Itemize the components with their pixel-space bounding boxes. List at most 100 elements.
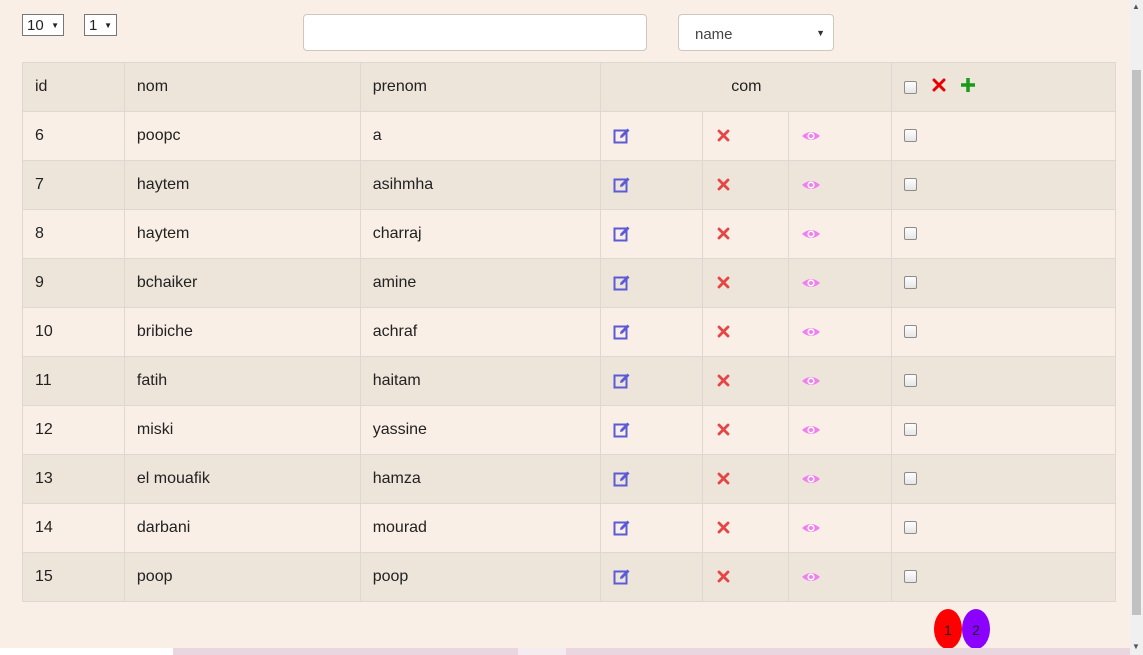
edit-icon[interactable] bbox=[613, 176, 631, 194]
row-checkbox[interactable] bbox=[904, 325, 918, 339]
select-all-checkbox[interactable] bbox=[904, 80, 918, 94]
delete-cell bbox=[702, 552, 790, 602]
edit-icon[interactable] bbox=[613, 470, 631, 488]
page-button-1[interactable]: 1 bbox=[934, 609, 962, 649]
row-checkbox[interactable] bbox=[904, 129, 918, 143]
cell-id: 15 bbox=[22, 552, 125, 602]
select-cell bbox=[891, 307, 1116, 357]
cell-id: 12 bbox=[22, 405, 125, 455]
table-row: 9 bchaiker amine bbox=[22, 258, 1116, 308]
row-checkbox[interactable] bbox=[904, 178, 918, 192]
row-checkbox[interactable] bbox=[904, 423, 918, 437]
select-cell bbox=[891, 160, 1116, 210]
edit-icon[interactable] bbox=[613, 225, 631, 243]
select-cell bbox=[891, 552, 1116, 602]
edit-cell bbox=[600, 160, 704, 210]
edit-icon[interactable] bbox=[613, 519, 631, 537]
row-checkbox[interactable] bbox=[904, 276, 918, 290]
edit-cell bbox=[600, 258, 704, 308]
cell-id: 6 bbox=[22, 111, 125, 161]
cell-prenom: hamza bbox=[359, 454, 602, 504]
cell-nom: haytem bbox=[123, 209, 361, 259]
delete-cell bbox=[702, 405, 790, 455]
edit-icon[interactable] bbox=[613, 323, 631, 341]
table-row: 8 haytem charraj bbox=[22, 209, 1116, 259]
eye-icon[interactable] bbox=[801, 274, 821, 292]
delete-icon[interactable] bbox=[715, 421, 733, 439]
delete-cell bbox=[702, 356, 790, 406]
table-row: 12 miski yassine bbox=[22, 405, 1116, 455]
add-icon[interactable] bbox=[960, 77, 976, 98]
delete-icon[interactable] bbox=[715, 225, 733, 243]
scrollbar-thumb[interactable] bbox=[1132, 70, 1141, 615]
cell-nom: fatih bbox=[123, 356, 361, 406]
delete-icon[interactable] bbox=[715, 519, 733, 537]
data-table: id nom prenom com 6 poopc a 7 haytem asihmha 8… bbox=[22, 62, 1116, 602]
cell-nom: el mouafik bbox=[123, 454, 361, 504]
row-checkbox[interactable] bbox=[904, 227, 918, 241]
eye-icon[interactable] bbox=[801, 176, 821, 194]
delete-icon[interactable] bbox=[715, 274, 733, 292]
select-cell bbox=[891, 258, 1116, 308]
page-button-2[interactable]: 2 bbox=[962, 609, 990, 649]
column-header-prenom: prenom bbox=[359, 62, 602, 112]
edit-icon[interactable] bbox=[613, 568, 631, 586]
table-row: 13 el mouafik hamza bbox=[22, 454, 1116, 504]
edit-icon[interactable] bbox=[613, 127, 631, 145]
column-header-nom: nom bbox=[123, 62, 361, 112]
eye-icon[interactable] bbox=[801, 127, 821, 145]
delete-cell bbox=[702, 160, 790, 210]
view-cell bbox=[788, 209, 893, 259]
scroll-down-icon[interactable]: ▼ bbox=[1132, 642, 1140, 651]
row-checkbox[interactable] bbox=[904, 570, 918, 584]
taskbar-strip bbox=[0, 648, 1130, 655]
search-input[interactable] bbox=[303, 14, 647, 51]
table-row: 14 darbani mourad bbox=[22, 503, 1116, 553]
delete-icon[interactable] bbox=[715, 323, 733, 341]
eye-icon[interactable] bbox=[801, 421, 821, 439]
table-row: 6 poopc a bbox=[22, 111, 1116, 161]
row-checkbox[interactable] bbox=[904, 472, 918, 486]
eye-icon[interactable] bbox=[801, 519, 821, 537]
eye-icon[interactable] bbox=[801, 372, 821, 390]
cell-nom: bchaiker bbox=[123, 258, 361, 308]
delete-icon[interactable] bbox=[715, 372, 733, 390]
sort-select[interactable]: name ▼ bbox=[678, 14, 834, 51]
eye-icon[interactable] bbox=[801, 568, 821, 586]
table-row: 10 bribiche achraf bbox=[22, 307, 1116, 357]
table-row: 11 fatih haitam bbox=[22, 356, 1116, 406]
page-size-select[interactable]: 10 ▼ bbox=[22, 14, 64, 36]
page-select[interactable]: 1 ▼ bbox=[84, 14, 117, 36]
eye-icon[interactable] bbox=[801, 225, 821, 243]
edit-cell bbox=[600, 552, 704, 602]
delete-icon[interactable] bbox=[715, 127, 733, 145]
edit-cell bbox=[600, 111, 704, 161]
delete-icon[interactable] bbox=[715, 470, 733, 488]
edit-icon[interactable] bbox=[613, 372, 631, 390]
scroll-up-icon[interactable]: ▲ bbox=[1132, 2, 1140, 11]
eye-icon[interactable] bbox=[801, 470, 821, 488]
view-cell bbox=[788, 503, 893, 553]
view-cell bbox=[788, 258, 893, 308]
page-select-value: 1 bbox=[89, 17, 98, 34]
delete-icon[interactable] bbox=[715, 568, 733, 586]
sort-select-value: name bbox=[695, 26, 733, 43]
row-checkbox[interactable] bbox=[904, 374, 918, 388]
vertical-scrollbar[interactable]: ▲ ▼ bbox=[1130, 0, 1143, 655]
delete-icon[interactable] bbox=[715, 176, 733, 194]
row-checkbox[interactable] bbox=[904, 521, 918, 535]
column-header-actions bbox=[891, 62, 1116, 112]
cell-nom: bribiche bbox=[123, 307, 361, 357]
cell-prenom: mourad bbox=[359, 503, 602, 553]
delete-selected-icon[interactable] bbox=[932, 78, 946, 97]
column-header-id: id bbox=[22, 62, 125, 112]
page-size-value: 10 bbox=[27, 17, 44, 34]
cell-nom: poop bbox=[123, 552, 361, 602]
edit-icon[interactable] bbox=[613, 421, 631, 439]
edit-cell bbox=[600, 503, 704, 553]
delete-cell bbox=[702, 209, 790, 259]
taskbar-segment bbox=[0, 648, 173, 655]
eye-icon[interactable] bbox=[801, 323, 821, 341]
cell-prenom: amine bbox=[359, 258, 602, 308]
edit-icon[interactable] bbox=[613, 274, 631, 292]
